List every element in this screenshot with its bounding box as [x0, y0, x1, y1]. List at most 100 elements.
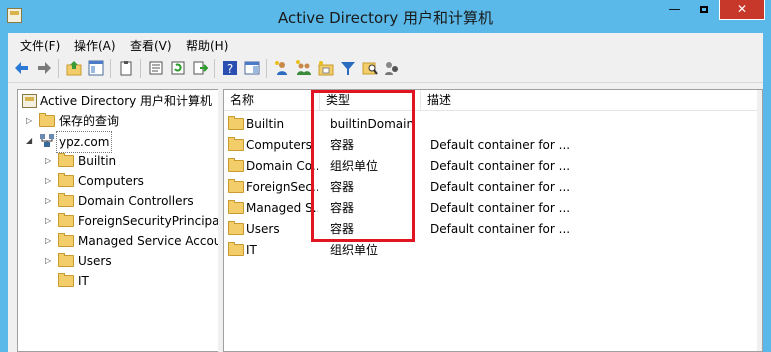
- cell-description: Default container for ...: [430, 159, 571, 173]
- maximize-icon: [699, 6, 708, 13]
- tree-label: Managed Service Accounts: [78, 234, 218, 248]
- folder-icon: [228, 137, 244, 151]
- cell-name: Builtin: [246, 117, 285, 131]
- cell-type: 组织单位: [330, 243, 379, 257]
- cell-type: 容器: [330, 201, 355, 215]
- cell-description: Default container for ...: [430, 201, 571, 215]
- tree-item-computers[interactable]: ▷ Computers: [18, 171, 218, 191]
- tree-label: IT: [78, 274, 89, 288]
- ou-folder-icon: [228, 242, 244, 256]
- collapse-arrow-icon[interactable]: ◢: [26, 131, 32, 151]
- maximize-button[interactable]: [690, 0, 717, 20]
- list-item[interactable]: IT 组织单位: [224, 240, 759, 261]
- tree-item-foreign-security-principals[interactable]: ▷ ForeignSecurityPrincipals: [18, 211, 218, 231]
- cell-type: 容器: [330, 138, 355, 152]
- action-pane-icon[interactable]: [244, 60, 260, 76]
- folder-icon: [58, 153, 74, 167]
- cell-name: Managed S...: [246, 201, 318, 215]
- toolbar-separator: [140, 59, 141, 78]
- export-list-icon[interactable]: [192, 60, 209, 76]
- folder-icon: [228, 179, 244, 193]
- find-icon[interactable]: [362, 60, 378, 76]
- filter-icon[interactable]: [340, 60, 356, 76]
- up-folder-icon[interactable]: [66, 60, 82, 76]
- folder-icon: [228, 116, 244, 130]
- properties-icon[interactable]: [148, 60, 164, 76]
- column-header-description[interactable]: 描述: [421, 90, 759, 110]
- list-item[interactable]: Users 容器 Default container for ...: [224, 219, 759, 240]
- tree-item-managed-service-accounts[interactable]: ▷ Managed Service Accounts: [18, 231, 218, 251]
- ad-snapin-icon: [22, 94, 37, 108]
- back-icon[interactable]: [14, 60, 30, 76]
- expand-arrow-icon[interactable]: ▷: [26, 111, 32, 131]
- tree-item-builtin[interactable]: ▷ Builtin: [18, 151, 218, 171]
- forward-icon[interactable]: [36, 60, 52, 76]
- list-item[interactable]: Managed S... 容器 Default container for ..…: [224, 198, 759, 219]
- show-tree-icon[interactable]: [88, 60, 104, 76]
- add-user-icon[interactable]: [274, 60, 290, 76]
- column-header-name[interactable]: 名称: [224, 90, 320, 110]
- tree-item-domain-controllers[interactable]: ▷ Domain Controllers: [18, 191, 218, 211]
- folder-icon: [58, 213, 74, 227]
- list-item[interactable]: Domain Co... 组织单位 Default container for …: [224, 156, 759, 177]
- expand-arrow-icon[interactable]: ▷: [45, 211, 51, 231]
- tree-item-saved-queries[interactable]: ▷ 保存的查询: [18, 111, 218, 131]
- folder-icon: [228, 200, 244, 214]
- toolbar-separator: [110, 59, 111, 78]
- tree-label-root: Active Directory 用户和计算机: [40, 94, 213, 108]
- tree-label: Computers: [78, 174, 144, 188]
- folder-icon: [39, 113, 55, 127]
- refresh-icon[interactable]: [170, 60, 186, 76]
- ou-folder-icon: [58, 273, 74, 287]
- vertical-scrollbar[interactable]: [757, 90, 762, 351]
- tree-item-root[interactable]: Active Directory 用户和计算机: [18, 91, 218, 111]
- cell-name: Computers: [246, 138, 312, 152]
- tree-label: ForeignSecurityPrincipals: [78, 214, 218, 228]
- delegate-icon[interactable]: [384, 60, 400, 76]
- list-item[interactable]: Computers 容器 Default container for ...: [224, 135, 759, 156]
- cell-name: IT: [246, 243, 257, 257]
- tree-label-saved-queries: 保存的查询: [59, 114, 120, 128]
- menu-view[interactable]: 查看(V): [130, 37, 172, 54]
- ou-folder-icon: [58, 193, 74, 207]
- menu-file[interactable]: 文件(F): [20, 37, 60, 54]
- list-item[interactable]: ForeignSec... 容器 Default container for .…: [224, 177, 759, 198]
- list-item[interactable]: Builtin builtinDomain: [224, 114, 759, 135]
- folder-icon: [58, 233, 74, 247]
- expand-arrow-icon[interactable]: ▷: [45, 191, 51, 211]
- folder-icon: [228, 221, 244, 235]
- tree-item-users[interactable]: ▷ Users: [18, 251, 218, 271]
- tree-item-domain[interactable]: ◢ ypz.com: [18, 131, 218, 153]
- tree-label: Builtin: [78, 154, 117, 168]
- minimize-button[interactable]: —: [661, 0, 688, 20]
- main-content: Active Directory 用户和计算机 ▷ 保存的查询 ◢ ypz.co…: [8, 83, 763, 352]
- add-group-icon[interactable]: [296, 60, 312, 76]
- toolbar-separator: [266, 59, 267, 78]
- toolbar-separator: [214, 59, 215, 78]
- folder-icon: [58, 173, 74, 187]
- new-ou-icon[interactable]: [318, 60, 334, 76]
- menu-help[interactable]: 帮助(H): [186, 37, 228, 54]
- ou-folder-icon: [228, 158, 244, 172]
- tree-item-it[interactable]: IT: [18, 271, 218, 291]
- close-button[interactable]: ✕: [719, 0, 765, 20]
- cell-type: 容器: [330, 180, 355, 194]
- cell-type: builtinDomain: [330, 117, 415, 131]
- svg-text:?: ?: [227, 62, 233, 76]
- help-icon[interactable]: ?: [222, 60, 238, 76]
- clipboard-icon[interactable]: [118, 60, 134, 76]
- tree-pane: Active Directory 用户和计算机 ▷ 保存的查询 ◢ ypz.co…: [17, 89, 218, 352]
- cell-name: Domain Co...: [246, 159, 318, 173]
- menu-action[interactable]: 操作(A): [74, 37, 116, 54]
- title-bar: Active Directory 用户和计算机 — ✕: [0, 0, 771, 33]
- list-pane: 名称 类型 描述 Builtin builtinDomain Computers…: [223, 89, 763, 352]
- expand-arrow-icon[interactable]: ▷: [45, 171, 51, 191]
- cell-description: Default container for ...: [430, 180, 571, 194]
- column-header-type[interactable]: 类型: [320, 90, 421, 110]
- menu-bar: 文件(F) 操作(A) 查看(V) 帮助(H): [8, 33, 763, 55]
- expand-arrow-icon[interactable]: ▷: [45, 251, 51, 271]
- expand-arrow-icon[interactable]: ▷: [45, 151, 51, 171]
- expand-arrow-icon[interactable]: ▷: [45, 231, 51, 251]
- toolbar: ?: [8, 55, 763, 83]
- cell-name: ForeignSec...: [246, 180, 318, 194]
